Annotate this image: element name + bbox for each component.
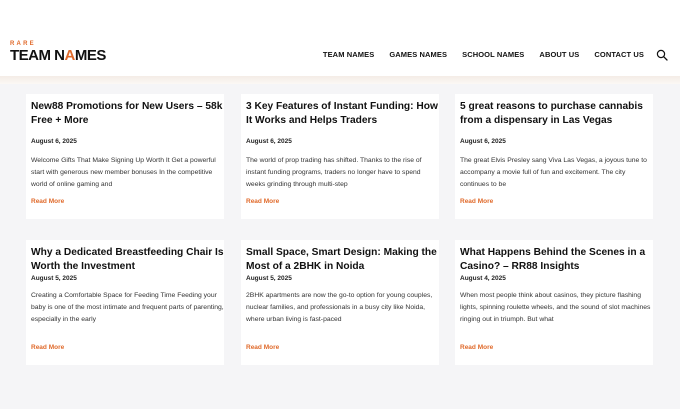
post-date: August 6, 2025 — [246, 138, 292, 145]
nav-games-names[interactable]: GAMES NAMES — [389, 50, 447, 59]
post-title[interactable]: What Happens Behind the Scenes in a Casi… — [460, 246, 655, 274]
posts-area: New88 Promotions for New Users – 58k Fre… — [0, 84, 680, 409]
nav-contact-us[interactable]: CONTACT US — [594, 50, 644, 59]
post-title[interactable]: Why a Dedicated Breastfeeding Chair Is W… — [31, 246, 226, 274]
read-more-link[interactable]: Read More — [460, 344, 493, 351]
site-logo[interactable]: RARE TEAM NAMES — [10, 41, 106, 67]
post-excerpt: The world of prop trading has shifted. T… — [246, 157, 422, 188]
post-card: New88 Promotions for New Users – 58k Fre… — [26, 94, 224, 219]
header-divider — [0, 76, 680, 84]
nav-team-names[interactable]: TEAM NAMES — [323, 50, 374, 59]
read-more-link[interactable]: Read More — [246, 198, 279, 205]
logo-wordmark: TEAM NAMES — [10, 47, 106, 64]
post-date: August 5, 2025 — [246, 275, 292, 282]
post-excerpt: Welcome Gifts That Make Signing Up Worth… — [31, 157, 216, 188]
post-card: What Happens Behind the Scenes in a Casi… — [455, 240, 653, 365]
read-more-link[interactable]: Read More — [31, 344, 64, 351]
post-title[interactable]: Small Space, Smart Design: Making the Mo… — [246, 246, 441, 274]
post-title[interactable]: 5 great reasons to purchase cannabis fro… — [460, 100, 655, 128]
post-card: Small Space, Smart Design: Making the Mo… — [241, 240, 439, 365]
post-title[interactable]: 3 Key Features of Instant Funding: How I… — [246, 100, 441, 128]
post-date: August 4, 2025 — [460, 275, 506, 282]
nav-about-us[interactable]: ABOUT US — [539, 50, 579, 59]
read-more-link[interactable]: Read More — [31, 198, 64, 205]
post-excerpt: The great Elvis Presley sang Viva Las Ve… — [460, 157, 647, 188]
post-title[interactable]: New88 Promotions for New Users – 58k Fre… — [31, 100, 226, 128]
post-excerpt: When most people think about casinos, th… — [460, 292, 651, 323]
post-excerpt: 2BHK apartments are now the go-to option… — [246, 292, 433, 323]
post-card: 5 great reasons to purchase cannabis fro… — [455, 94, 653, 219]
read-more-link[interactable]: Read More — [460, 198, 493, 205]
post-card: Why a Dedicated Breastfeeding Chair Is W… — [26, 240, 224, 365]
post-excerpt: Creating a Comfortable Space for Feeding… — [31, 292, 224, 323]
post-date: August 6, 2025 — [31, 138, 77, 145]
post-date: August 5, 2025 — [31, 275, 77, 282]
nav-school-names[interactable]: SCHOOL NAMES — [462, 50, 524, 59]
search-icon[interactable] — [656, 49, 668, 61]
main-nav: TEAM NAMES GAMES NAMES SCHOOL NAMES ABOU… — [323, 50, 644, 59]
post-date: August 6, 2025 — [460, 138, 506, 145]
read-more-link[interactable]: Read More — [246, 344, 279, 351]
post-card: 3 Key Features of Instant Funding: How I… — [241, 94, 439, 219]
site-header: RARE TEAM NAMES TEAM NAMES GAMES NAMES S… — [0, 32, 680, 78]
